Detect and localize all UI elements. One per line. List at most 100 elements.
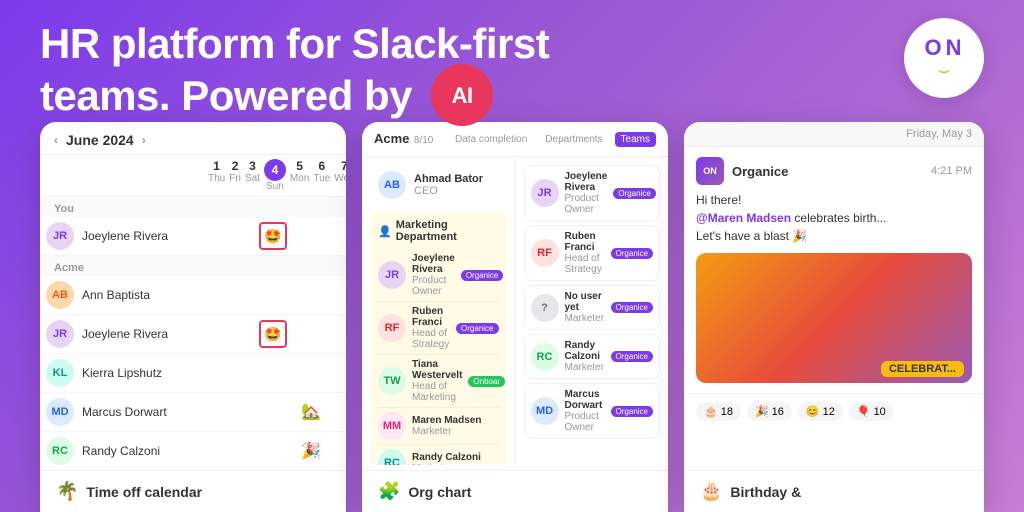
- tab-teams[interactable]: Teams: [615, 132, 656, 147]
- cal-cell: [225, 276, 244, 314]
- organice-badge: Organice: [611, 248, 653, 259]
- ceo-name: Ahmad Bator: [414, 173, 483, 185]
- slack-birthday-image: CELEBRAT...: [696, 253, 972, 383]
- org-chart-card: Acme 8/10 Data completion Departments Te…: [362, 122, 668, 512]
- person-cell: AB Ann Baptista: [46, 277, 206, 313]
- celebrate-text: CELEBRAT...: [881, 361, 964, 377]
- org-footer-icon: 🧩: [378, 481, 400, 502]
- list-item: RC Randy Calzoni Marketer Organice: [524, 334, 661, 379]
- avatar: JR: [46, 320, 74, 348]
- person-cell: JR Joeylene Rivera: [46, 218, 206, 254]
- cal-cell: [206, 432, 225, 470]
- cal-cell-emoji: 🤩: [263, 217, 282, 255]
- reaction-count: 18: [721, 406, 733, 418]
- list-item: MD Marcus Dorwart Product Owner Organice: [524, 383, 661, 439]
- logo-inner: O N ⌣: [924, 35, 963, 82]
- org-company-info: Acme 8/10: [374, 130, 433, 148]
- cal-cell: [321, 432, 340, 470]
- cal-cell: [206, 393, 225, 431]
- dept-icon: 👤: [378, 225, 392, 238]
- cal-cell: [206, 315, 225, 353]
- person-name: Joeylene Rivera: [82, 229, 168, 243]
- slack-message: ON Organice 4:21 PM Hi there! @Maren Mad…: [684, 147, 984, 394]
- calendar-card: ‹ June 2024 › 1 Thu 2 Fri 3 Sat 4 Sun: [40, 122, 346, 512]
- ceo-title: CEO: [414, 185, 483, 197]
- dept-header: 👤 Marketing Department: [378, 219, 499, 243]
- cal-cell: [263, 393, 282, 431]
- person-name: Ann Baptista: [82, 288, 150, 302]
- cal-cell: [321, 393, 340, 431]
- list-item: RC Randy Calzoni Marketer: [378, 445, 499, 465]
- cal-cell: [225, 315, 244, 353]
- cal-cell: [283, 393, 302, 431]
- organice-badge: Organice: [611, 406, 653, 417]
- org-content: AB Ahmad Bator CEO 👤 Marketing Departmen…: [362, 157, 668, 465]
- slack-reactions: 🎂 18 🎉 16 😊 12 🎈 10: [684, 394, 984, 429]
- emoji-icon: 🏡: [301, 402, 321, 422]
- avatar: AB: [46, 281, 74, 309]
- cal-cell: [225, 354, 244, 392]
- person-cell: MD Marcus Dorwart: [46, 394, 206, 430]
- hero-title: HR platform for Slack-first teams. Power…: [40, 20, 549, 130]
- prev-month-button[interactable]: ‹: [54, 133, 58, 147]
- slack-message-header: ON Organice 4:21 PM: [696, 157, 972, 185]
- list-item: RF Ruben Franci Head of Strategy Organic…: [524, 225, 661, 281]
- reaction-smile[interactable]: 😊 12: [798, 402, 843, 421]
- table-row: MD Marcus Dorwart 🏡: [40, 393, 346, 432]
- list-item: JR Joeylene Rivera Product Owner Organic…: [524, 165, 661, 221]
- tab-data-completion[interactable]: Data completion: [449, 132, 533, 147]
- avatar: RC: [531, 343, 559, 371]
- cal-cell: [244, 393, 263, 431]
- avatar: MD: [46, 398, 74, 426]
- org-tabs: Data completion Departments Teams: [449, 132, 656, 147]
- calendar-footer: 🌴 Time off calendar: [40, 470, 346, 512]
- list-item: JR Joeylene Rivera Product Owner Organic…: [378, 249, 499, 302]
- cal-cell: [321, 354, 340, 392]
- avatar: MD: [531, 397, 559, 425]
- ai-badge: AI: [431, 64, 493, 126]
- cal-cell: [321, 276, 340, 314]
- org-footer: 🧩 Org chart: [362, 470, 668, 512]
- organice-badge: Organice: [611, 302, 653, 313]
- slack-mention-line: @Maren Madsen celebrates birth...: [696, 209, 972, 227]
- balloon-emoji: 🎈: [857, 405, 871, 418]
- calendar-days-header: 1 Thu 2 Fri 3 Sat 4 Sun 5 Mon 6 Tue: [40, 155, 346, 197]
- list-item: RF Ruben Franci Head of Strategy Organic…: [378, 302, 499, 355]
- slack-footer-icon: 🎂: [700, 481, 722, 502]
- person-info: Joeylene Rivera Product Owner: [565, 171, 608, 215]
- avatar: RC: [378, 449, 406, 465]
- org-footer-label: Org chart: [408, 484, 471, 500]
- cal-cell: [225, 432, 244, 470]
- tab-departments[interactable]: Departments: [539, 132, 608, 147]
- avatar: KL: [46, 359, 74, 387]
- ceo-card: AB Ahmad Bator CEO: [370, 165, 507, 205]
- avatar: RC: [46, 437, 74, 465]
- cal-cell: [225, 217, 244, 255]
- org-right-panel: JR Joeylene Rivera Product Owner Organic…: [516, 157, 669, 465]
- day-col-7: 7 Wed: [332, 155, 346, 196]
- person-info: Randy Calzoni Marketer: [565, 340, 605, 373]
- reaction-party[interactable]: 🎉 16: [747, 402, 792, 421]
- cal-cell: [283, 217, 302, 255]
- party-emoji: 🎉: [755, 405, 769, 418]
- list-item: TW Tiana Westervelt Head of Marketing On…: [378, 355, 499, 408]
- smile-emoji: 😊: [806, 405, 820, 418]
- day-col-4-today: 4 Sun: [262, 155, 288, 196]
- slack-card: Friday, May 3 ON Organice 4:21 PM Hi the…: [684, 122, 984, 512]
- reaction-balloon[interactable]: 🎈 10: [849, 402, 894, 421]
- dept-name: Marketing Department: [396, 219, 499, 243]
- table-row: RC Randy Calzoni 🎉: [40, 432, 346, 471]
- next-month-button[interactable]: ›: [142, 133, 146, 147]
- slack-mention: @Maren Madsen: [696, 211, 791, 225]
- cal-cell: [302, 354, 321, 392]
- person-info: Maren Madsen Marketer: [412, 415, 481, 437]
- slack-footer-label: Birthday &: [730, 484, 801, 500]
- reaction-count: 10: [874, 406, 886, 418]
- reaction-cake[interactable]: 🎂 18: [696, 402, 741, 421]
- table-row: AB Ann Baptista: [40, 276, 346, 315]
- person-name: Joeylene Rivera: [82, 327, 168, 341]
- table-row: JR Joeylene Rivera 🤩: [40, 315, 346, 354]
- person-cell: JR Joeylene Rivera: [46, 316, 206, 352]
- cal-cell: [283, 354, 302, 392]
- cal-cell: [283, 276, 302, 314]
